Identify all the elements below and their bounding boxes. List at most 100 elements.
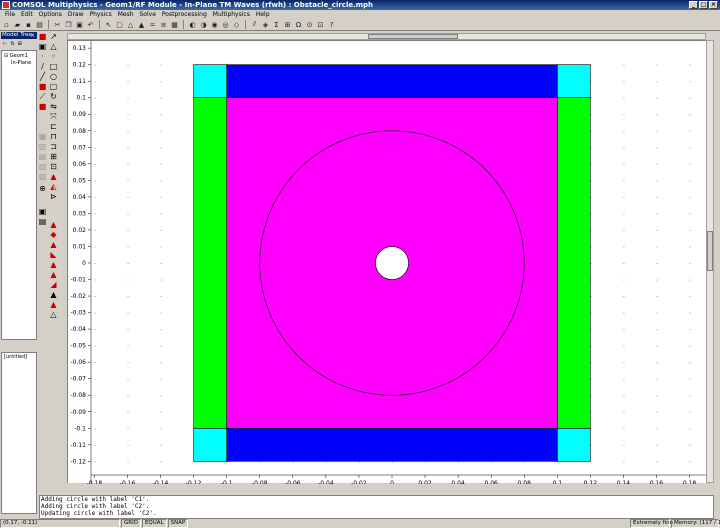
boundary-icon[interactable]: ◑ <box>199 20 208 29</box>
info-icon[interactable]: ⊙ <box>305 20 314 29</box>
print-icon[interactable]: ▤ <box>35 20 44 29</box>
chamfer-icon[interactable]: ▥ <box>38 142 47 151</box>
grid-dot <box>127 279 129 281</box>
delete-icon[interactable]: ▤ <box>38 152 47 161</box>
close-icon[interactable]: × <box>30 32 35 39</box>
grid-icon[interactable]: ⊡ <box>316 20 325 29</box>
line-tool-icon[interactable]: ⟋ <box>38 92 47 101</box>
help-icon[interactable]: ? <box>327 20 336 29</box>
maximize-button[interactable]: □ <box>699 1 708 9</box>
menu-postprocessing[interactable]: Postprocessing <box>159 10 210 19</box>
menu-multiphysics[interactable]: Multiphysics <box>210 10 253 19</box>
pointer-icon[interactable]: ↖ <box>104 20 113 29</box>
scrollbar-thumb[interactable] <box>707 231 713 271</box>
options-icon[interactable]: ◇ <box>232 20 241 29</box>
menu-draw[interactable]: Draw <box>65 10 87 19</box>
menu-options[interactable]: Options <box>36 10 65 19</box>
equal-toggle[interactable]: EQUAL <box>141 518 167 528</box>
close-button[interactable]: × <box>709 1 718 9</box>
tree-sort-icon[interactable]: ⇅ <box>10 41 14 47</box>
equation-icon[interactable]: Σ <box>272 20 281 29</box>
solid-icon[interactable]: ■ <box>38 102 47 111</box>
stack-icon[interactable]: ▧ <box>38 162 47 171</box>
grid-toggle[interactable]: GRID <box>121 518 141 528</box>
menu-file[interactable]: File <box>2 10 18 19</box>
save-icon[interactable]: ▪ <box>24 20 33 29</box>
arrow-icon[interactable]: ↗ <box>49 32 58 41</box>
fillet-icon[interactable]: ⊐ <box>49 142 58 151</box>
red-tri-icon[interactable]: ◆ <box>49 230 58 239</box>
menu-edit[interactable]: Edit <box>18 10 36 19</box>
boundary-mode-icon[interactable]: ⊳ <box>49 192 58 201</box>
line-icon[interactable]: / <box>38 62 47 71</box>
coerce-icon[interactable]: ⊞ <box>49 152 58 161</box>
draw-object-icon[interactable]: ▣ <box>38 42 47 51</box>
tree-item-geom1[interactable]: ⊟ Geom1 <box>4 53 34 60</box>
red-shape6-icon[interactable]: ▲ <box>49 300 58 309</box>
outline-tri-icon[interactable]: △ <box>49 310 58 319</box>
mesh-icon[interactable]: △ <box>126 20 135 29</box>
menu-help[interactable]: Help <box>253 10 273 19</box>
menu-solve[interactable]: Solve <box>137 10 159 19</box>
open-icon[interactable]: ▰ <box>13 20 22 29</box>
omega-icon[interactable]: Ω <box>294 20 303 29</box>
undo-icon[interactable]: ↶ <box>86 20 95 29</box>
copy-icon[interactable]: ❐ <box>64 20 73 29</box>
scale-tool-icon[interactable]: ⊏ <box>49 122 58 131</box>
solve-icon[interactable]: = <box>148 20 157 29</box>
paste-icon[interactable]: ▣ <box>75 20 84 29</box>
triangle-icon[interactable]: △ <box>49 42 58 51</box>
snap-icon[interactable]: · <box>38 52 47 61</box>
point-icon[interactable]: ◦ <box>49 52 58 61</box>
draw-mode-icon[interactable]: ■ <box>38 32 47 41</box>
tree-item-inplane[interactable]: In-Plane <box>4 60 34 67</box>
mirror-icon[interactable]: ⇋ <box>49 102 58 111</box>
plot-mode-icon[interactable]: ▲ <box>49 220 58 229</box>
minimize-button[interactable]: _ <box>689 1 698 9</box>
new-icon[interactable]: ▫ <box>2 20 11 29</box>
zoom-in-icon[interactable]: ⊕ <box>38 184 47 193</box>
split-icon[interactable]: ⊓ <box>49 132 58 141</box>
menu-physics[interactable]: Physics <box>87 10 115 19</box>
point-icon[interactable]: ◉ <box>210 20 219 29</box>
rectangle-icon[interactable]: □ <box>49 62 58 71</box>
expression-icon[interactable]: ⊞ <box>283 20 292 29</box>
union-icon[interactable]: ▢ <box>49 82 58 91</box>
subdomain-icon[interactable]: ◐ <box>188 20 197 29</box>
scalar-icon[interactable]: ◎ <box>221 20 230 29</box>
tree-view-icon[interactable]: ⊢ <box>3 41 7 47</box>
red-shape5-icon[interactable]: ◢ <box>49 280 58 289</box>
snap-toggle[interactable]: SNAP <box>167 518 189 528</box>
menu-mesh[interactable]: Mesh <box>115 10 137 19</box>
tree-expand-icon[interactable]: ⊞ <box>18 41 22 47</box>
view-icon[interactable]: ▣ <box>38 207 47 216</box>
convert-icon[interactable]: ⊡ <box>49 162 58 171</box>
mesh-mode-icon[interactable]: ▲ <box>49 172 58 181</box>
move-icon[interactable]: ⤧ <box>49 112 58 121</box>
array-icon[interactable]: ▦ <box>38 132 47 141</box>
grey-shape-icon[interactable]: ▲ <box>49 290 58 299</box>
curve-icon[interactable]: ╱ <box>38 72 47 81</box>
red-shape4-icon[interactable]: ▲ <box>49 270 58 279</box>
ellipse-icon[interactable]: ○ <box>49 72 58 81</box>
red-shape-icon[interactable]: ▲ <box>49 240 58 249</box>
geometry-plot[interactable]: 0.13 0.12 0.11 0.1 0.09 0.08 0.07 0.06 0.05 0.04 0… <box>68 41 707 487</box>
square-icon[interactable]: ■ <box>38 82 47 91</box>
group-icon[interactable]: ▨ <box>38 172 47 181</box>
zoom-icon[interactable]: ▢ <box>115 20 124 29</box>
vertical-scrollbar[interactable] <box>706 40 714 483</box>
red-shape3-icon[interactable]: ▲ <box>49 260 58 269</box>
cut-icon[interactable]: ✂ <box>53 20 62 29</box>
drawing-canvas[interactable]: 0.13 0.12 0.11 0.1 0.09 0.08 0.07 0.06 0.05 0.04 0… <box>67 40 707 487</box>
horizontal-scrollbar[interactable] <box>67 33 706 40</box>
plot-icon[interactable]: ▦ <box>170 20 179 29</box>
rotate-icon[interactable]: ↻ <box>49 92 58 101</box>
restart-icon[interactable]: ≡ <box>159 20 168 29</box>
scale-icon[interactable]: ◈ <box>261 20 270 29</box>
scrollbar-thumb[interactable] <box>368 34 458 39</box>
red-shape2-icon[interactable]: ◣ <box>49 250 58 259</box>
label-icon[interactable]: ▤ <box>38 217 47 226</box>
axis-icon[interactable]: ⫽ <box>250 20 259 29</box>
refine-icon[interactable]: ◭ <box>49 182 58 191</box>
mesh-refine-icon[interactable]: ▲ <box>137 20 146 29</box>
